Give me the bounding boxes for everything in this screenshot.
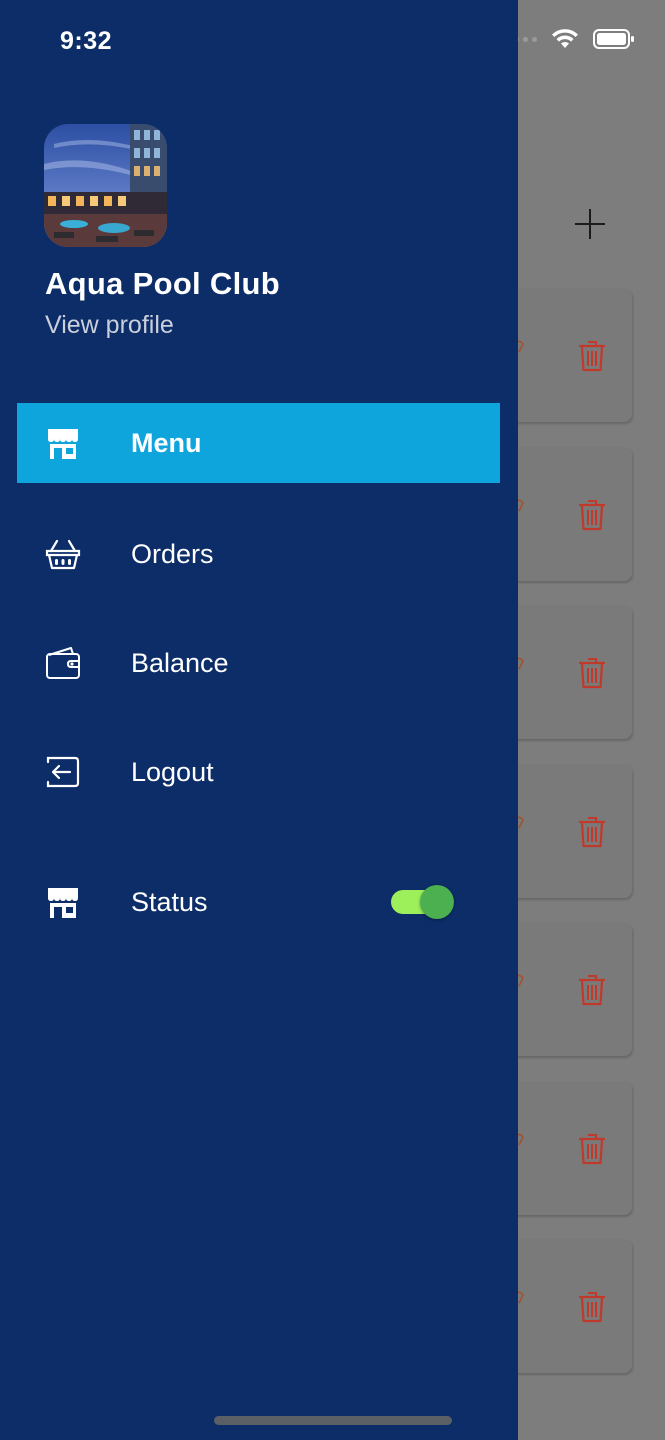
nav-item-balance[interactable]: Balance — [17, 623, 500, 703]
status-time: 9:32 — [60, 27, 113, 55]
wallet-icon — [46, 647, 80, 679]
nav-item-label: Status — [131, 886, 208, 917]
trash-icon[interactable] — [578, 657, 606, 689]
nav-item-menu[interactable]: Menu — [17, 403, 500, 483]
profile-name: Aqua Pool Club — [45, 266, 280, 301]
toggle-knob — [420, 885, 454, 919]
pool-club-photo — [44, 124, 167, 247]
view-profile-link[interactable]: View profile — [45, 311, 174, 340]
wifi-icon — [552, 29, 578, 48]
trash-icon[interactable] — [578, 1133, 606, 1165]
logout-icon — [46, 756, 80, 788]
trash-icon[interactable] — [578, 340, 606, 372]
nav-item-label: Menu — [131, 427, 202, 458]
plus-icon[interactable] — [572, 206, 608, 242]
trash-icon[interactable] — [578, 1291, 606, 1323]
store-icon — [48, 888, 78, 918]
profile-avatar[interactable] — [44, 124, 167, 247]
app-screen: 9:32 Aqua Pool Club View profile Menu Or… — [0, 0, 665, 1440]
store-icon — [48, 429, 78, 459]
trash-icon[interactable] — [578, 499, 606, 531]
home-indicator[interactable] — [214, 1416, 452, 1425]
nav-item-label: Orders — [131, 538, 214, 569]
navigation-drawer: 9:32 Aqua Pool Club View profile Menu Or… — [0, 0, 518, 1440]
trash-icon[interactable] — [578, 974, 606, 1006]
basket-icon — [45, 539, 81, 570]
nav-item-label: Balance — [131, 647, 229, 678]
status-toggle[interactable] — [391, 885, 454, 919]
battery-icon — [593, 29, 634, 49]
nav-item-logout[interactable]: Logout — [17, 732, 500, 812]
trash-icon[interactable] — [578, 816, 606, 848]
status-icons — [505, 28, 635, 50]
nav-item-label: Logout — [131, 756, 214, 787]
nav-item-orders[interactable]: Orders — [17, 514, 500, 594]
